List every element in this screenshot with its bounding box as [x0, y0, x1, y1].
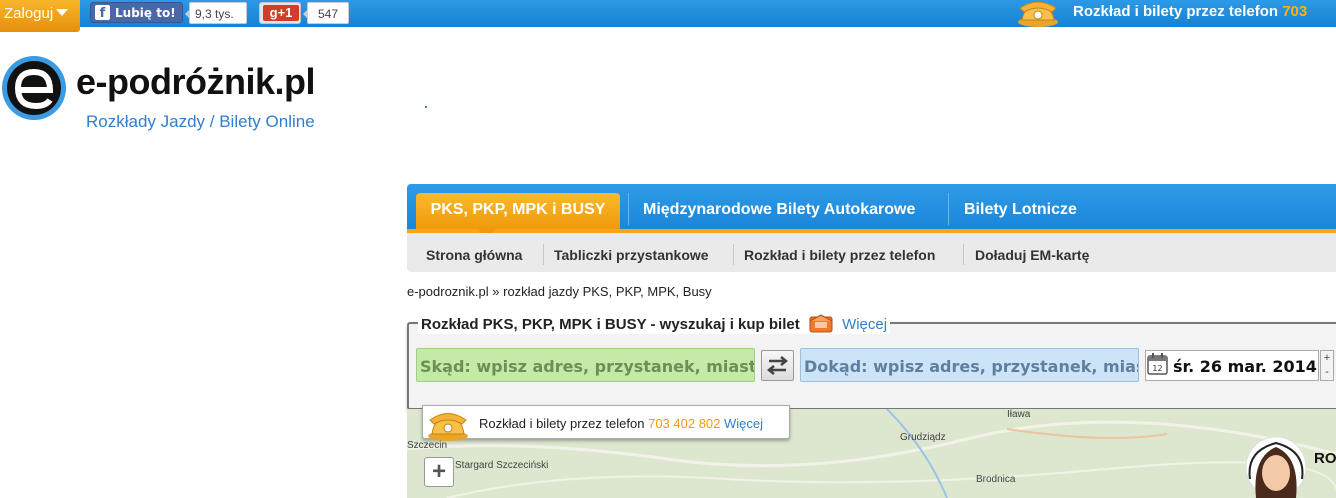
phone-icon [1014, 0, 1062, 28]
promo-text: RO [1314, 450, 1336, 467]
facebook-like-label: Lubię to! [115, 6, 176, 20]
date-stepper[interactable]: + - [1320, 350, 1334, 381]
site-tagline: Rozkłady Jazdy / Bilety Online [86, 112, 315, 131]
subnav-topup-emcard[interactable]: Doładuj EM-kartę [975, 247, 1089, 263]
site-logo-name[interactable]: e-podróżnik.pl [76, 61, 316, 103]
subnav-home[interactable]: Strona główna [426, 247, 522, 263]
date-increment-button[interactable]: + [1321, 351, 1333, 365]
tab-international-bus-tickets[interactable]: Międzynarodowe Bilety Autokarowe [643, 193, 915, 229]
swap-direction-button[interactable] [761, 350, 794, 381]
decorative-dot [425, 106, 427, 108]
phone-order-popup: Rozkład i bilety przez telefon 703 402 8… [422, 405, 790, 439]
tab-separator [948, 193, 949, 225]
facebook-like-count: 9,3 tys. [185, 2, 247, 24]
date-input[interactable]: śr. 26 mar. 2014 [1145, 350, 1319, 381]
date-decrement-button[interactable]: - [1321, 365, 1333, 379]
search-more-link[interactable]: Więcej [842, 316, 887, 333]
calendar-icon[interactable]: 12 [1147, 353, 1168, 375]
phone-order-number: 703 [1282, 3, 1308, 20]
map-label-city: Stargard Szczeciński [455, 460, 549, 471]
tab-pks-pkp-mpk-busy[interactable]: PKS, PKP, MPK i BUSY [416, 193, 620, 239]
map-label-city: Grudziądz [900, 432, 946, 443]
phone-popup-label: Rozkład i bilety przez telefon [479, 416, 649, 431]
map-label-city: Brodnica [976, 474, 1016, 485]
facebook-like-button[interactable]: f Lubię to! [90, 2, 183, 23]
google-plus-icon: g+1 [263, 5, 299, 21]
phone-popup-text: Rozkład i bilety przez telefon 703 402 8… [479, 416, 763, 431]
subnav-stop-boards[interactable]: Tabliczki przystankowe [554, 247, 709, 263]
swap-arrows-icon [766, 356, 789, 375]
subnav-phone-tickets[interactable]: Rozkład i bilety przez telefon [744, 247, 935, 263]
facebook-icon: f [95, 5, 110, 21]
google-plus-count: 547 [303, 2, 349, 24]
subnav-separator [733, 244, 734, 265]
login-button[interactable]: Zaloguj [0, 0, 80, 32]
subnav-separator [543, 244, 544, 265]
site-logo-icon[interactable] [0, 50, 72, 122]
search-panel-title: Rozkład PKS, PKP, MPK i BUSY - wyszukaj … [418, 312, 891, 334]
from-input[interactable]: Skąd: wpisz adres, przystanek, miasto... [416, 348, 755, 382]
subnav-separator [963, 244, 964, 265]
tab-flight-tickets[interactable]: Bilety Lotnicze [964, 193, 1077, 229]
search-title-text: Rozkład PKS, PKP, MPK i BUSY - wyszukaj … [421, 316, 800, 333]
phone-popup-more-link[interactable]: Więcej [724, 416, 763, 431]
ticket-package-icon [807, 312, 835, 334]
phone-popup-number: 703 402 802 [648, 416, 721, 431]
map-label-city: Iława [1007, 409, 1031, 420]
login-label: Zaloguj [4, 5, 54, 22]
svg-text:12: 12 [1152, 364, 1162, 373]
to-input[interactable]: Dokąd: wpisz adres, przystanek, miasto..… [800, 348, 1139, 382]
sub-navigation: Strona główna Tabliczki przystankowe Roz… [407, 233, 1336, 272]
google-plus-button[interactable]: g+1 [259, 2, 301, 24]
chevron-down-icon [56, 9, 69, 16]
breadcrumb[interactable]: e-podroznik.pl » rozkład jazdy PKS, PKP,… [407, 284, 712, 299]
phone-icon [424, 406, 472, 442]
support-agent-avatar [1238, 436, 1308, 498]
main-tabs: PKS, PKP, MPK i BUSY Międzynarodowe Bile… [407, 184, 1336, 239]
phone-order-banner[interactable]: Rozkład i bilety przez telefon 703 [1073, 3, 1307, 20]
phone-order-label: Rozkład i bilety przez telefon [1073, 3, 1283, 20]
tab-separator [628, 193, 629, 225]
map-zoom-in-button[interactable]: + [424, 457, 454, 487]
